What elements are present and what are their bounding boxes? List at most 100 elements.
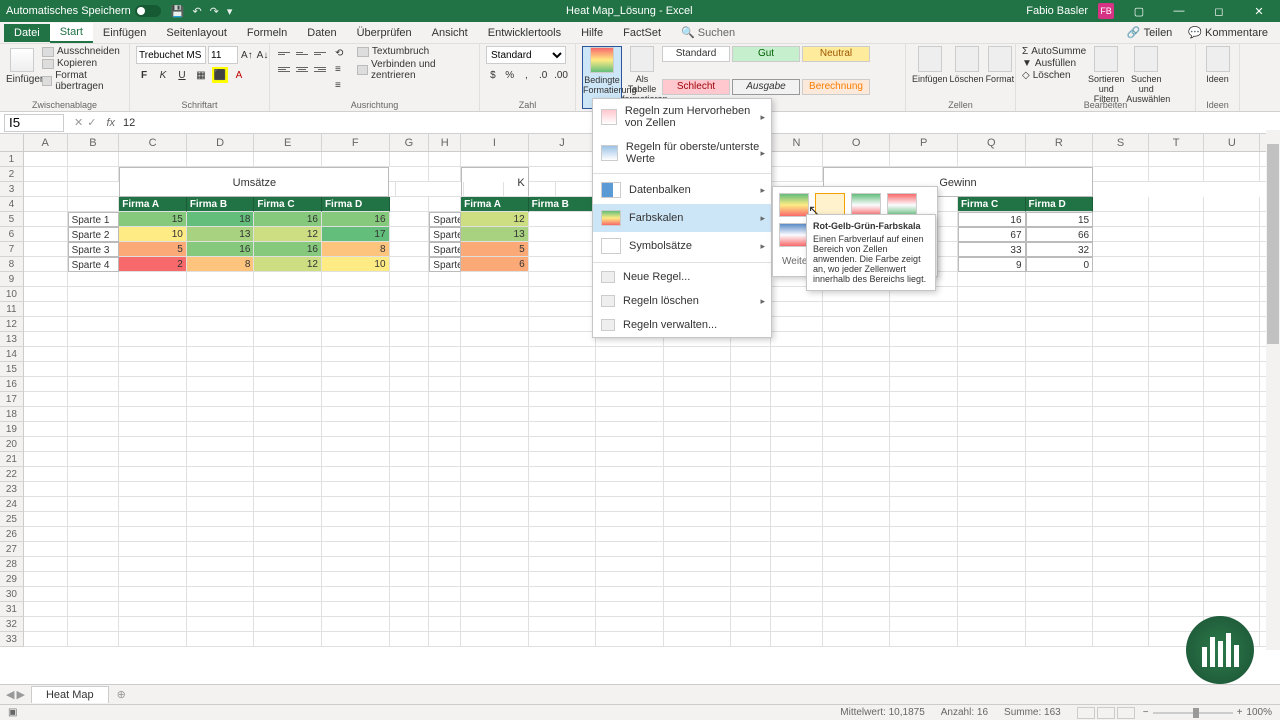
cell[interactable] — [254, 572, 322, 587]
cell[interactable] — [823, 497, 891, 512]
cell[interactable] — [461, 512, 529, 527]
cell[interactable] — [187, 437, 255, 452]
decrease-font-icon[interactable]: A↓ — [256, 47, 270, 63]
cell[interactable] — [1204, 572, 1260, 587]
cell[interactable]: 9 — [958, 257, 1026, 272]
cell[interactable]: 15 — [119, 212, 187, 227]
accept-formula-icon[interactable]: ✓ — [87, 116, 96, 129]
cell[interactable] — [119, 497, 187, 512]
cell[interactable] — [958, 602, 1026, 617]
indent-inc-icon[interactable]: ≡ — [334, 79, 342, 92]
cell[interactable] — [429, 152, 461, 167]
tab-daten[interactable]: Daten — [297, 24, 346, 42]
cell[interactable] — [1149, 467, 1205, 482]
cell[interactable] — [823, 392, 891, 407]
align-bottom-icon[interactable] — [312, 46, 328, 60]
share-button[interactable]: 🔗 Teilen — [1119, 23, 1180, 42]
cell[interactable] — [1149, 602, 1205, 617]
align-right-icon[interactable] — [312, 62, 328, 76]
cell[interactable] — [731, 452, 771, 467]
row-header[interactable]: 21 — [0, 452, 24, 467]
cell[interactable]: Firma B — [529, 197, 597, 212]
cell[interactable]: 5 — [461, 242, 529, 257]
cell[interactable] — [1093, 317, 1149, 332]
cell[interactable] — [1149, 197, 1205, 212]
cell[interactable] — [1204, 302, 1260, 317]
cell[interactable] — [322, 527, 390, 542]
cell[interactable] — [596, 467, 664, 482]
cell[interactable] — [958, 512, 1026, 527]
cell[interactable] — [958, 452, 1026, 467]
cell[interactable] — [529, 422, 597, 437]
cell[interactable] — [958, 482, 1026, 497]
cell[interactable]: Sparte 1 — [68, 212, 120, 227]
cell[interactable] — [823, 362, 891, 377]
cell[interactable] — [664, 542, 732, 557]
cell[interactable] — [1026, 452, 1094, 467]
cell[interactable] — [390, 527, 430, 542]
cell[interactable] — [187, 287, 255, 302]
cell[interactable] — [429, 392, 461, 407]
cell[interactable] — [254, 287, 322, 302]
cell[interactable] — [823, 317, 891, 332]
cell[interactable] — [254, 347, 322, 362]
cell[interactable] — [1026, 527, 1094, 542]
cell[interactable] — [731, 617, 771, 632]
cell[interactable] — [771, 377, 823, 392]
cell[interactable]: 10 — [119, 227, 187, 242]
cell[interactable] — [1149, 317, 1205, 332]
cell[interactable] — [24, 572, 68, 587]
cell[interactable] — [429, 437, 461, 452]
cell[interactable] — [958, 152, 1026, 167]
cell[interactable] — [958, 362, 1026, 377]
cell[interactable] — [24, 542, 68, 557]
row-header[interactable]: 17 — [0, 392, 24, 407]
cell[interactable]: 67 — [958, 227, 1026, 242]
cell[interactable] — [890, 392, 958, 407]
cell[interactable] — [664, 377, 732, 392]
cell[interactable] — [464, 182, 504, 197]
cell[interactable] — [731, 377, 771, 392]
cell[interactable] — [1026, 632, 1094, 647]
cell[interactable] — [1149, 512, 1205, 527]
search-box[interactable]: 🔍 Suchen — [681, 26, 735, 39]
cell[interactable] — [1204, 482, 1260, 497]
cell[interactable] — [390, 602, 430, 617]
cell[interactable] — [890, 482, 958, 497]
cell[interactable] — [429, 377, 461, 392]
cell[interactable]: 5 — [119, 242, 187, 257]
cell[interactable] — [322, 332, 390, 347]
cell[interactable]: 2 — [119, 257, 187, 272]
cell[interactable] — [1093, 272, 1149, 287]
style-schlecht[interactable]: Schlecht — [662, 79, 730, 95]
cell[interactable] — [119, 422, 187, 437]
cell[interactable] — [24, 527, 68, 542]
row-header[interactable]: 16 — [0, 377, 24, 392]
cell[interactable] — [823, 542, 891, 557]
cell[interactable] — [68, 512, 120, 527]
cell[interactable] — [254, 362, 322, 377]
cell[interactable] — [429, 422, 461, 437]
cell[interactable]: Sparte 1 — [429, 212, 461, 227]
cell[interactable] — [68, 602, 120, 617]
cell[interactable] — [1204, 557, 1260, 572]
cell[interactable] — [68, 332, 120, 347]
cell[interactable] — [322, 152, 390, 167]
cell[interactable]: Firma A — [119, 197, 187, 212]
cell[interactable] — [390, 257, 430, 272]
cf-new-rule[interactable]: Neue Regel... — [593, 265, 771, 289]
cell[interactable] — [529, 377, 597, 392]
cell[interactable] — [1026, 272, 1094, 287]
cell[interactable] — [24, 212, 68, 227]
cell[interactable] — [1204, 272, 1260, 287]
cut-button[interactable]: Ausschneiden — [42, 46, 123, 57]
cell[interactable]: Umsätze — [119, 167, 389, 197]
cell[interactable] — [771, 572, 823, 587]
cell[interactable] — [529, 482, 597, 497]
row-header[interactable]: 29 — [0, 572, 24, 587]
cell[interactable] — [254, 632, 322, 647]
sheet-nav-prev[interactable]: ◀ — [6, 688, 14, 701]
cell[interactable] — [1093, 632, 1149, 647]
tab-start[interactable]: Start — [50, 23, 93, 43]
view-normal-icon[interactable] — [1077, 707, 1095, 719]
